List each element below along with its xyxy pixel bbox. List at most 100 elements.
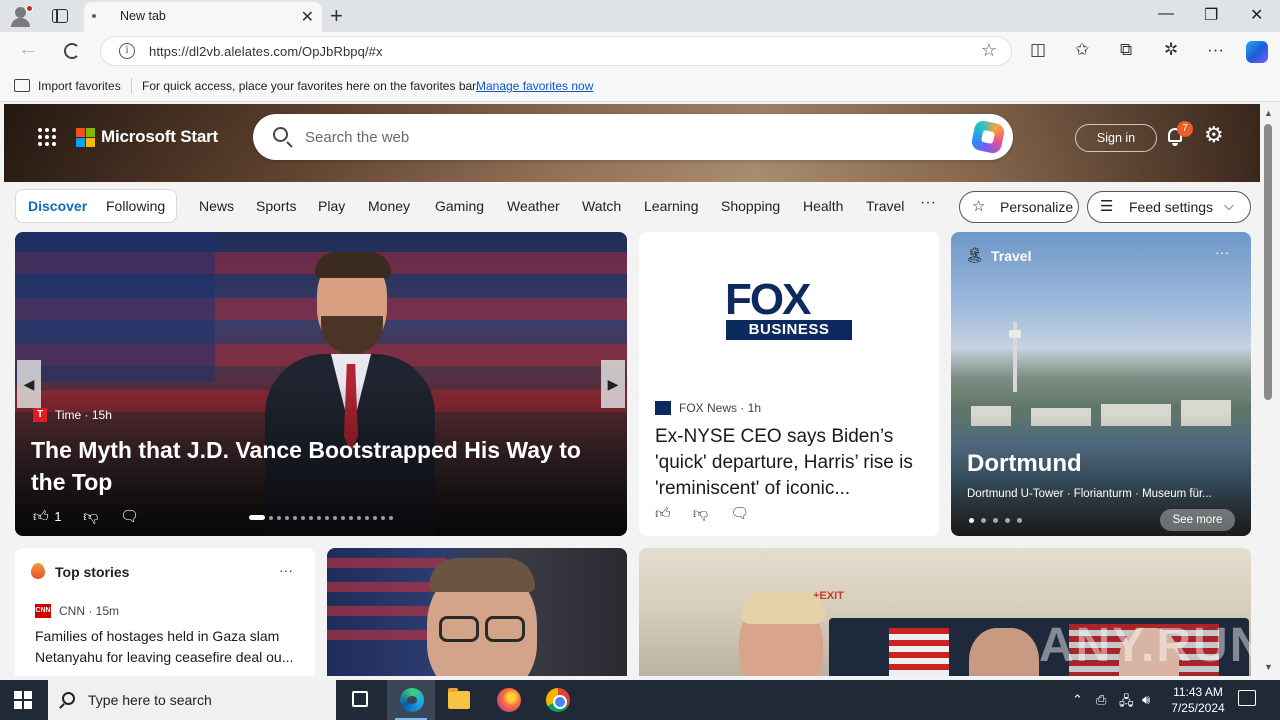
clock-time: 11:43 AM [1173, 685, 1223, 699]
comment-icon[interactable]: 🗨︎ [120, 508, 139, 525]
like-icon[interactable]: 👍︎ [33, 508, 49, 525]
nav-watch[interactable]: Watch [582, 198, 621, 214]
firefox-taskbar-button[interactable] [484, 680, 532, 720]
close-window-button[interactable]: ✕ [1250, 5, 1263, 25]
no-comments-icon[interactable]: 🗨︎ [730, 505, 749, 522]
favorites-bar: Import favorites For quick access, place… [0, 70, 1280, 102]
minimize-button[interactable]: — [1158, 5, 1174, 23]
carousel-next-button[interactable]: ▶ [601, 360, 625, 408]
chrome-taskbar-button[interactable] [534, 680, 582, 720]
edge-taskbar-button[interactable] [387, 680, 435, 720]
more-options-icon[interactable]: ··· [1215, 244, 1229, 260]
microsoft-logo-icon[interactable] [76, 128, 95, 147]
photo-article-card[interactable] [327, 548, 627, 676]
favorite-star-icon[interactable]: ☆ [981, 40, 997, 61]
nav-gaming[interactable]: Gaming [435, 198, 484, 214]
scroll-down-icon[interactable]: ▼ [1264, 662, 1273, 672]
tab-new-tab[interactable]: New tab ✕ [84, 2, 322, 32]
nav-weather[interactable]: Weather [507, 198, 560, 214]
taskbar-search-placeholder: Type here to search [88, 692, 212, 708]
personalize-label: Personalize [1000, 199, 1074, 215]
taskbar-search-box[interactable]: Type here to search [48, 680, 336, 720]
destination-title[interactable]: Dortmund [967, 450, 1082, 478]
manage-favorites-link[interactable]: Manage favorites now [476, 79, 593, 93]
profile-icon[interactable] [8, 4, 34, 28]
favorites-icon[interactable]: ✩ [1075, 41, 1089, 58]
extensions-icon[interactable]: ✲ [1164, 41, 1178, 58]
device-icon[interactable]: ⎙ [1096, 692, 1106, 708]
network-icon[interactable]: 🖧︎ [1119, 692, 1134, 714]
copilot-icon[interactable] [1246, 41, 1268, 63]
new-tab-button[interactable]: + [330, 3, 343, 29]
tab-favicon-icon [92, 14, 96, 18]
see-more-button[interactable]: See more [1160, 509, 1235, 531]
collections-icon[interactable]: ⧉ [1120, 41, 1132, 58]
back-button[interactable]: ← [18, 38, 38, 61]
nav-more-button[interactable]: ··· [920, 194, 936, 212]
glasses-icon [439, 616, 525, 642]
dislike-icon[interactable]: 👎︎ [693, 505, 708, 522]
notification-count-badge: 7 [1177, 121, 1193, 137]
feed-settings-button[interactable]: ☰ Feed settings ⌵ [1087, 191, 1251, 223]
scroll-up-icon[interactable]: ▲ [1264, 108, 1273, 118]
copilot-search-icon[interactable] [970, 119, 1006, 155]
personalize-button[interactable]: ☆ Personalize [959, 191, 1079, 223]
nav-travel[interactable]: Travel [866, 198, 904, 214]
like-icon[interactable]: 👍︎ [655, 505, 671, 522]
travel-icon: 🏝︎ [965, 247, 985, 264]
action-center-icon[interactable] [1238, 690, 1256, 706]
brand-name[interactable]: Microsoft Start [101, 127, 218, 147]
more-options-icon[interactable]: ··· [279, 562, 293, 578]
apps-grid-icon[interactable] [38, 128, 56, 146]
article-title[interactable]: Ex-NYSE CEO says Biden’s 'quick' departu… [655, 424, 930, 502]
reload-icon[interactable] [64, 43, 80, 59]
sign-in-button[interactable]: Sign in [1075, 124, 1157, 152]
fox-article-card[interactable]: FOX BUSINESS FOX News · 1h Ex-NYSE CEO s… [639, 232, 939, 536]
dislike-icon[interactable]: 👎︎ [83, 508, 98, 525]
tab-discover[interactable]: Discover [28, 198, 87, 214]
file-explorer-taskbar-button[interactable] [435, 680, 483, 720]
windows-start-icon[interactable] [14, 691, 32, 709]
show-hidden-icons-icon[interactable]: ⌃ [1072, 692, 1083, 708]
hero-article-card[interactable]: ◀ ▶ T Time · 15h The Myth that J.D. Vanc… [15, 232, 627, 536]
article-title[interactable]: Families of hostages held in Gaza slam N… [35, 626, 300, 668]
page-scrollbar[interactable]: ▲ ▼ [1260, 104, 1280, 676]
travel-card[interactable]: 🏝︎ Travel ··· Dortmund Dortmund U-Tower … [951, 232, 1251, 536]
nav-learning[interactable]: Learning [644, 198, 699, 214]
split-screen-icon[interactable]: ◫ [1030, 41, 1046, 58]
nav-news[interactable]: News [199, 198, 234, 214]
nav-play[interactable]: Play [318, 198, 345, 214]
tab-following[interactable]: Following [106, 198, 165, 214]
close-tab-icon[interactable]: ✕ [301, 7, 314, 27]
restore-button[interactable]: ❐ [1204, 5, 1218, 25]
task-view-button[interactable] [336, 680, 384, 720]
import-favorites-icon[interactable] [14, 79, 30, 92]
tab-title: New tab [120, 9, 166, 23]
article-title[interactable]: The Myth that J.D. Vance Bootstrapped Hi… [31, 434, 611, 498]
settings-gear-icon[interactable]: ⚙ [1204, 124, 1224, 146]
article-source: FOX News · 1h [679, 401, 762, 415]
import-favorites-button[interactable]: Import favorites [38, 79, 121, 93]
edge-icon [400, 688, 424, 712]
volume-icon[interactable]: 🔊︎ [1142, 692, 1150, 708]
site-info-icon[interactable]: i [119, 43, 135, 59]
nav-shopping[interactable]: Shopping [721, 198, 780, 214]
nav-sports[interactable]: Sports [256, 198, 296, 214]
article-source: CNN · 15m [59, 604, 120, 618]
url-text[interactable]: https://dl2vb.alelates.com/OpJbRbpq/#x [149, 44, 383, 59]
carousel-indicator[interactable] [249, 515, 409, 521]
web-search-box[interactable] [253, 114, 1013, 160]
tab-actions-icon[interactable] [52, 9, 68, 23]
taskbar-clock[interactable]: 11:43 AM 7/25/2024 [1168, 684, 1228, 716]
page-content: Microsoft Start Sign in 7 ⚙ Discover Fol… [4, 104, 1260, 676]
card-category: Travel [991, 248, 1032, 264]
scroll-thumb[interactable] [1264, 124, 1272, 400]
taskbar: Type here to search ⌃ ⎙ 🖧︎ 🔊︎ 11:43 AM 7… [0, 680, 1280, 720]
address-bar[interactable]: i https://dl2vb.alelates.com/OpJbRbpq/#x… [100, 36, 1012, 66]
search-input[interactable] [305, 125, 945, 149]
nav-health[interactable]: Health [803, 198, 843, 214]
more-menu-icon[interactable]: ··· [1207, 41, 1224, 58]
nav-money[interactable]: Money [368, 198, 410, 214]
carousel-prev-button[interactable]: ◀ [17, 360, 41, 408]
video-article-card[interactable]: +EXIT ANY.RUN [639, 548, 1251, 676]
